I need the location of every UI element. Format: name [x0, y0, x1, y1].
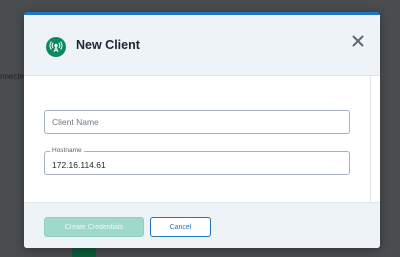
hostname-input[interactable] — [45, 152, 349, 174]
dialog-scrollbar[interactable] — [370, 76, 380, 202]
cancel-button[interactable]: Cancel — [150, 217, 211, 237]
client-name-input[interactable] — [44, 110, 350, 134]
background-element — [72, 248, 96, 257]
dialog-body: Hostname — [24, 76, 380, 202]
close-button[interactable] — [350, 33, 366, 49]
dialog-header: New Client — [24, 15, 380, 76]
background-status-text: nnecte — [0, 72, 25, 81]
hostname-field: Hostname — [44, 147, 350, 175]
dialog-title: New Client — [76, 38, 140, 52]
wireless-client-icon — [46, 37, 66, 57]
new-client-dialog: New Client Hostname Create Credentials C… — [24, 12, 380, 248]
close-icon — [352, 35, 364, 47]
dialog-footer: Create Credentials Cancel — [24, 202, 380, 248]
create-credentials-button[interactable]: Create Credentials — [44, 217, 144, 237]
